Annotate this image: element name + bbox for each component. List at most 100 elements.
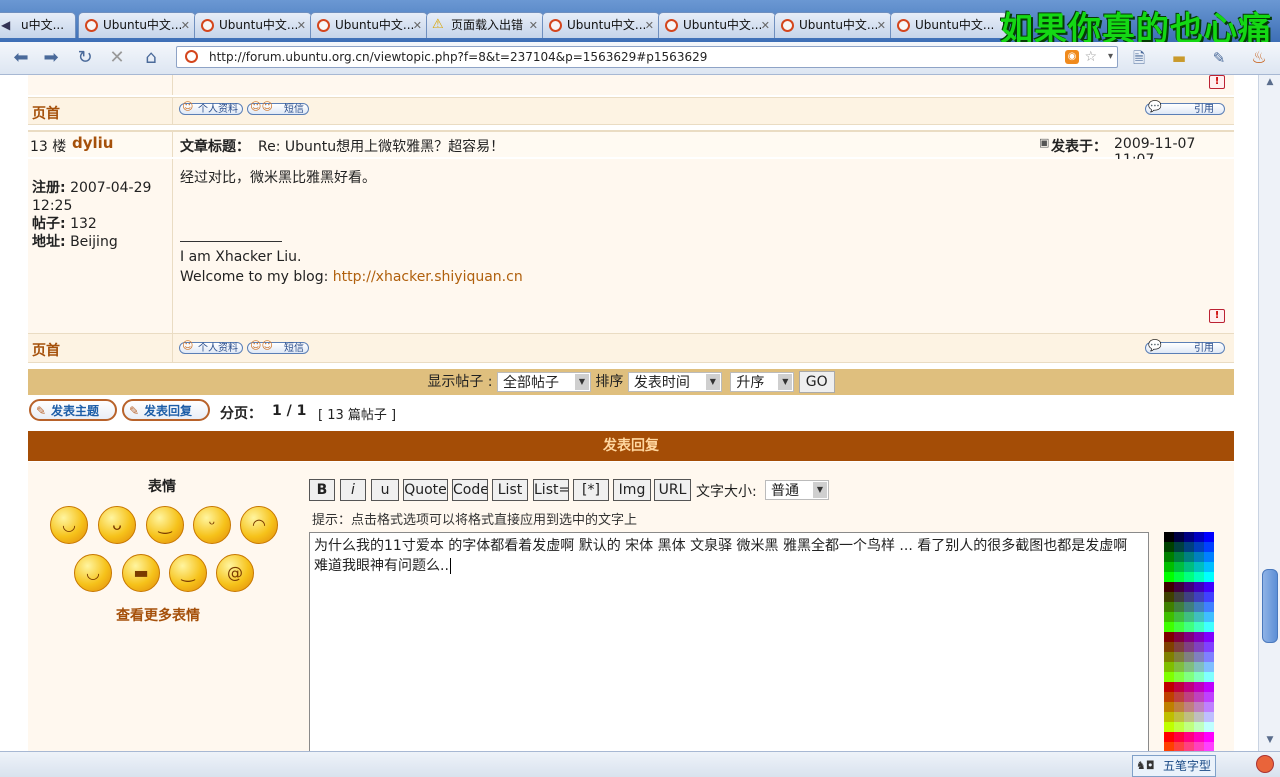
back-to-top-link[interactable]: 页首 xyxy=(32,340,60,360)
smiley-grin-icon[interactable]: ▬ xyxy=(122,554,160,592)
color-swatch[interactable] xyxy=(1184,672,1194,682)
color-swatch[interactable] xyxy=(1174,662,1184,672)
color-swatch[interactable] xyxy=(1194,622,1204,632)
color-swatch[interactable] xyxy=(1194,582,1204,592)
color-swatch[interactable] xyxy=(1184,612,1194,622)
color-swatch[interactable] xyxy=(1174,702,1184,712)
stop-icon[interactable]: ✕ xyxy=(104,45,130,71)
color-swatch[interactable] xyxy=(1194,712,1204,722)
color-swatch[interactable] xyxy=(1204,712,1214,722)
go-button[interactable]: GO xyxy=(798,371,835,393)
more-smilies-link[interactable]: 查看更多表情 xyxy=(116,605,200,625)
color-swatch[interactable] xyxy=(1204,682,1214,692)
color-swatch[interactable] xyxy=(1194,742,1204,751)
tab[interactable]: Ubuntu中文... xyxy=(890,12,1008,38)
close-icon[interactable]: ✕ xyxy=(413,13,422,38)
color-swatch[interactable] xyxy=(1204,662,1214,672)
smiley-wink-icon[interactable]: ‿ xyxy=(146,506,184,544)
message-textarea[interactable]: 为什么我的11寸爱本 的字体都看着发虚啊 默认的 宋体 黑体 文泉驿 微米黑 雅… xyxy=(309,532,1149,751)
color-swatch[interactable] xyxy=(1194,672,1204,682)
ime-indicator[interactable]: ♞◘ 五笔字型 xyxy=(1132,755,1217,777)
color-swatch[interactable] xyxy=(1204,612,1214,622)
smiley-tongue-icon[interactable]: ᴗ xyxy=(98,506,136,544)
scroll-thumb[interactable] xyxy=(1262,569,1278,643)
italic-button[interactable]: i xyxy=(340,479,366,501)
sort-select[interactable]: 发表时间 ▼ xyxy=(627,372,722,392)
color-swatch[interactable] xyxy=(1184,712,1194,722)
wrench-icon[interactable]: ✎ xyxy=(1206,45,1232,71)
color-swatch[interactable] xyxy=(1194,662,1204,672)
close-icon[interactable]: ✕ xyxy=(529,13,538,38)
firebug-icon[interactable] xyxy=(1256,755,1274,773)
scroll-up-icon[interactable]: ▲ xyxy=(1262,77,1278,91)
color-swatch[interactable] xyxy=(1184,722,1194,732)
color-swatch[interactable] xyxy=(1174,582,1184,592)
color-swatch[interactable] xyxy=(1184,662,1194,672)
color-swatch[interactable] xyxy=(1204,702,1214,712)
color-swatch[interactable] xyxy=(1164,542,1174,552)
close-icon[interactable]: ✕ xyxy=(761,13,770,38)
color-swatch[interactable] xyxy=(1184,542,1194,552)
vertical-scrollbar[interactable]: ▲ ▼ xyxy=(1258,75,1280,751)
list-item-button[interactable]: [*] xyxy=(573,479,609,501)
color-swatch[interactable] xyxy=(1184,572,1194,582)
color-swatch[interactable] xyxy=(1164,652,1174,662)
color-swatch[interactable] xyxy=(1204,572,1214,582)
color-swatch[interactable] xyxy=(1184,742,1194,751)
pm-button[interactable]: ☺☺ 短信 xyxy=(247,340,309,354)
close-icon[interactable]: ✕ xyxy=(181,13,190,38)
ordered-list-button[interactable]: List= xyxy=(533,479,569,501)
quote-button[interactable]: 💬 引用 xyxy=(1145,340,1225,354)
color-swatch[interactable] xyxy=(1194,592,1204,602)
color-swatch[interactable] xyxy=(1174,652,1184,662)
color-swatch[interactable] xyxy=(1174,732,1184,742)
report-icon[interactable]: ! xyxy=(1209,75,1225,89)
color-swatch[interactable] xyxy=(1174,542,1184,552)
color-swatch[interactable] xyxy=(1164,642,1174,652)
tab[interactable]: Ubuntu中文... ✕ xyxy=(658,12,776,38)
color-swatch[interactable] xyxy=(1204,722,1214,732)
smiley-dizzy-icon[interactable]: @ xyxy=(216,554,254,592)
new-topic-button[interactable]: ✎ 发表主题 xyxy=(29,399,117,421)
color-swatch[interactable] xyxy=(1184,702,1194,712)
color-swatch[interactable] xyxy=(1164,632,1174,642)
color-swatch[interactable] xyxy=(1164,622,1174,632)
color-swatch[interactable] xyxy=(1194,532,1204,542)
color-swatch[interactable] xyxy=(1164,602,1174,612)
tab[interactable]: Ubuntu中文... ✕ xyxy=(78,12,196,38)
quote-button[interactable]: 💬 引用 xyxy=(1145,101,1225,115)
color-swatch[interactable] xyxy=(1204,582,1214,592)
smiley-sweat-icon[interactable]: ◡ xyxy=(74,554,112,592)
color-swatch[interactable] xyxy=(1194,702,1204,712)
color-swatch[interactable] xyxy=(1174,632,1184,642)
color-swatch[interactable] xyxy=(1194,692,1204,702)
color-swatch[interactable] xyxy=(1204,592,1214,602)
report-icon[interactable]: ! xyxy=(1209,309,1225,323)
color-swatch[interactable] xyxy=(1174,722,1184,732)
post-reply-button[interactable]: ✎ 发表回复 xyxy=(122,399,210,421)
code-button[interactable]: Code xyxy=(452,479,488,501)
color-swatch[interactable] xyxy=(1164,722,1174,732)
scroll-down-icon[interactable]: ▼ xyxy=(1262,735,1278,749)
color-swatch[interactable] xyxy=(1204,642,1214,652)
close-icon[interactable]: ✕ xyxy=(645,13,654,38)
smiley-icon[interactable]: ◡ xyxy=(50,506,88,544)
color-swatch[interactable] xyxy=(1164,572,1174,582)
color-swatch[interactable] xyxy=(1184,582,1194,592)
color-swatch[interactable] xyxy=(1204,692,1214,702)
profile-button[interactable]: ☺ 个人资料 xyxy=(179,101,243,115)
smiley-shy-icon[interactable]: ‿ xyxy=(169,554,207,592)
color-swatch[interactable] xyxy=(1184,682,1194,692)
color-swatch[interactable] xyxy=(1164,592,1174,602)
color-swatch[interactable] xyxy=(1184,652,1194,662)
color-swatch[interactable] xyxy=(1164,532,1174,542)
color-swatch[interactable] xyxy=(1204,632,1214,642)
color-swatch[interactable] xyxy=(1204,562,1214,572)
color-swatch[interactable] xyxy=(1194,562,1204,572)
color-swatch[interactable] xyxy=(1164,612,1174,622)
color-swatch[interactable] xyxy=(1204,552,1214,562)
color-swatch[interactable] xyxy=(1164,552,1174,562)
color-swatch[interactable] xyxy=(1204,542,1214,552)
tab-arrow-icon[interactable]: ◀ xyxy=(1,13,10,38)
color-swatch[interactable] xyxy=(1184,642,1194,652)
